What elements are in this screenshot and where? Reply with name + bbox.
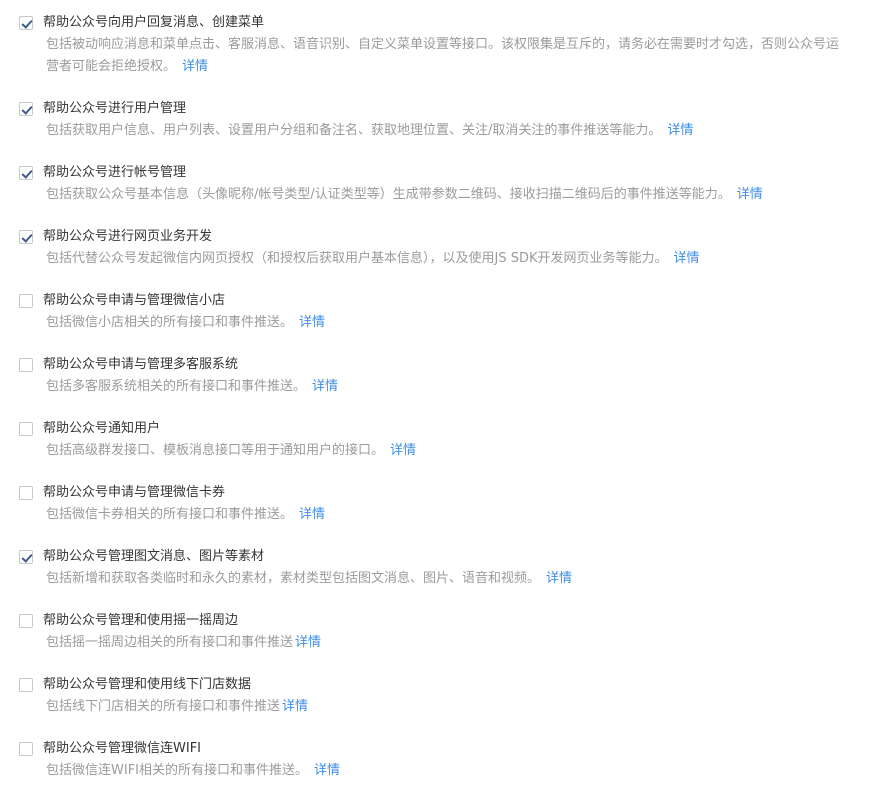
- permission-description-text: 包括被动响应消息和菜单点击、客服消息、语音识别、自定义菜单设置等接口。该权限集是…: [46, 37, 840, 74]
- detail-link[interactable]: 详情: [314, 763, 340, 778]
- permission-title: 帮助公众号进行帐号管理: [43, 165, 187, 180]
- permission-description: 包括多客服系统相关的所有接口和事件推送。 详情: [46, 376, 846, 398]
- permission-description-text: 包括新增和获取各类临时和永久的素材，素材类型包括图文消息、图片、语音和视频。: [46, 571, 541, 586]
- permission-description-text: 包括线下门店相关的所有接口和事件推送: [46, 699, 281, 714]
- permission-checkbox-message-menu[interactable]: [19, 16, 33, 30]
- permission-description: 包括获取公众号基本信息（头像昵称/帐号类型/认证类型等）生成带参数二维码、接收扫…: [46, 184, 846, 206]
- detail-link[interactable]: 详情: [390, 443, 416, 458]
- permission-list: 帮助公众号向用户回复消息、创建菜单 包括被动响应消息和菜单点击、客服消息、语音识…: [0, 0, 870, 793]
- permission-description: 包括被动响应消息和菜单点击、客服消息、语音识别、自定义菜单设置等接口。该权限集是…: [46, 34, 846, 78]
- detail-link[interactable]: 详情: [546, 571, 572, 586]
- permission-description: 包括新增和获取各类临时和永久的素材，素材类型包括图文消息、图片、语音和视频。 详情: [46, 568, 846, 590]
- permission-description: 包括获取用户信息、用户列表、设置用户分组和备注名、获取地理位置、关注/取消关注的…: [46, 120, 846, 142]
- permission-title: 帮助公众号管理和使用摇一摇周边: [43, 613, 239, 628]
- detail-link[interactable]: 详情: [299, 315, 325, 330]
- detail-link[interactable]: 详情: [282, 699, 308, 714]
- permission-checkbox-notify-users[interactable]: [19, 422, 33, 436]
- permission-description: 包括线下门店相关的所有接口和事件推送 详情: [46, 696, 846, 718]
- permission-title: 帮助公众号通知用户: [43, 421, 161, 436]
- permission-checkbox-customer-service[interactable]: [19, 358, 33, 372]
- permission-description-text: 包括微信小店相关的所有接口和事件推送。: [46, 315, 294, 330]
- permission-description-text: 包括摇一摇周边相关的所有接口和事件推送: [46, 635, 294, 650]
- detail-link[interactable]: 详情: [182, 59, 208, 74]
- permission-title: 帮助公众号申请与管理多客服系统: [43, 357, 239, 372]
- permission-description: 包括代替公众号发起微信内网页授权（和授权后获取用户基本信息），以及使用JS SD…: [46, 248, 846, 270]
- permission-description-text: 包括代替公众号发起微信内网页授权（和授权后获取用户基本信息），以及使用JS SD…: [46, 251, 668, 266]
- detail-link[interactable]: 详情: [295, 635, 321, 650]
- permission-checkbox-shake-nearby[interactable]: [19, 614, 33, 628]
- permission-description-text: 包括获取公众号基本信息（头像昵称/帐号类型/认证类型等）生成带参数二维码、接收扫…: [46, 187, 731, 202]
- permission-title: 帮助公众号申请与管理微信小店: [43, 293, 226, 308]
- permission-description-text: 包括微信连WIFI相关的所有接口和事件推送。: [46, 763, 308, 778]
- permission-checkbox-card-coupons[interactable]: [19, 486, 33, 500]
- permission-checkbox-user-management[interactable]: [19, 102, 33, 116]
- detail-link[interactable]: 详情: [674, 251, 700, 266]
- permission-description: 包括微信卡券相关的所有接口和事件推送。 详情: [46, 504, 846, 526]
- detail-link[interactable]: 详情: [667, 123, 693, 138]
- permission-description-text: 包括微信卡券相关的所有接口和事件推送。: [46, 507, 294, 522]
- permission-checkbox-wechat-store[interactable]: [19, 294, 33, 308]
- permission-description-text: 包括高级群发接口、模板消息接口等用于通知用户的接口。: [46, 443, 385, 458]
- permission-title: 帮助公众号进行网页业务开发: [43, 229, 213, 244]
- permission-title: 帮助公众号管理图文消息、图片等素材: [43, 549, 265, 564]
- permission-description: 包括摇一摇周边相关的所有接口和事件推送 详情: [46, 632, 846, 654]
- permission-checkbox-wechat-wifi[interactable]: [19, 742, 33, 756]
- detail-link[interactable]: 详情: [737, 187, 763, 202]
- permission-title: 帮助公众号管理微信连WIFI: [43, 741, 201, 756]
- permission-checkbox-media-materials[interactable]: [19, 550, 33, 564]
- permission-description: 包括微信小店相关的所有接口和事件推送。 详情: [46, 312, 846, 334]
- permission-checkbox-web-development[interactable]: [19, 230, 33, 244]
- permission-title: 帮助公众号申请与管理微信卡券: [43, 485, 226, 500]
- permission-title: 帮助公众号向用户回复消息、创建菜单: [43, 15, 265, 30]
- detail-link[interactable]: 详情: [299, 507, 325, 522]
- permission-title: 帮助公众号管理和使用线下门店数据: [43, 677, 252, 692]
- permission-description-text: 包括获取用户信息、用户列表、设置用户分组和备注名、获取地理位置、关注/取消关注的…: [46, 123, 662, 138]
- permission-description: 包括微信连WIFI相关的所有接口和事件推送。 详情: [46, 760, 846, 782]
- permission-description: 包括高级群发接口、模板消息接口等用于通知用户的接口。 详情: [46, 440, 846, 462]
- permission-description-text: 包括多客服系统相关的所有接口和事件推送。: [46, 379, 307, 394]
- permission-checkbox-offline-stores[interactable]: [19, 678, 33, 692]
- detail-link[interactable]: 详情: [312, 379, 338, 394]
- permission-title: 帮助公众号进行用户管理: [43, 101, 187, 116]
- permission-checkbox-account-management[interactable]: [19, 166, 33, 180]
